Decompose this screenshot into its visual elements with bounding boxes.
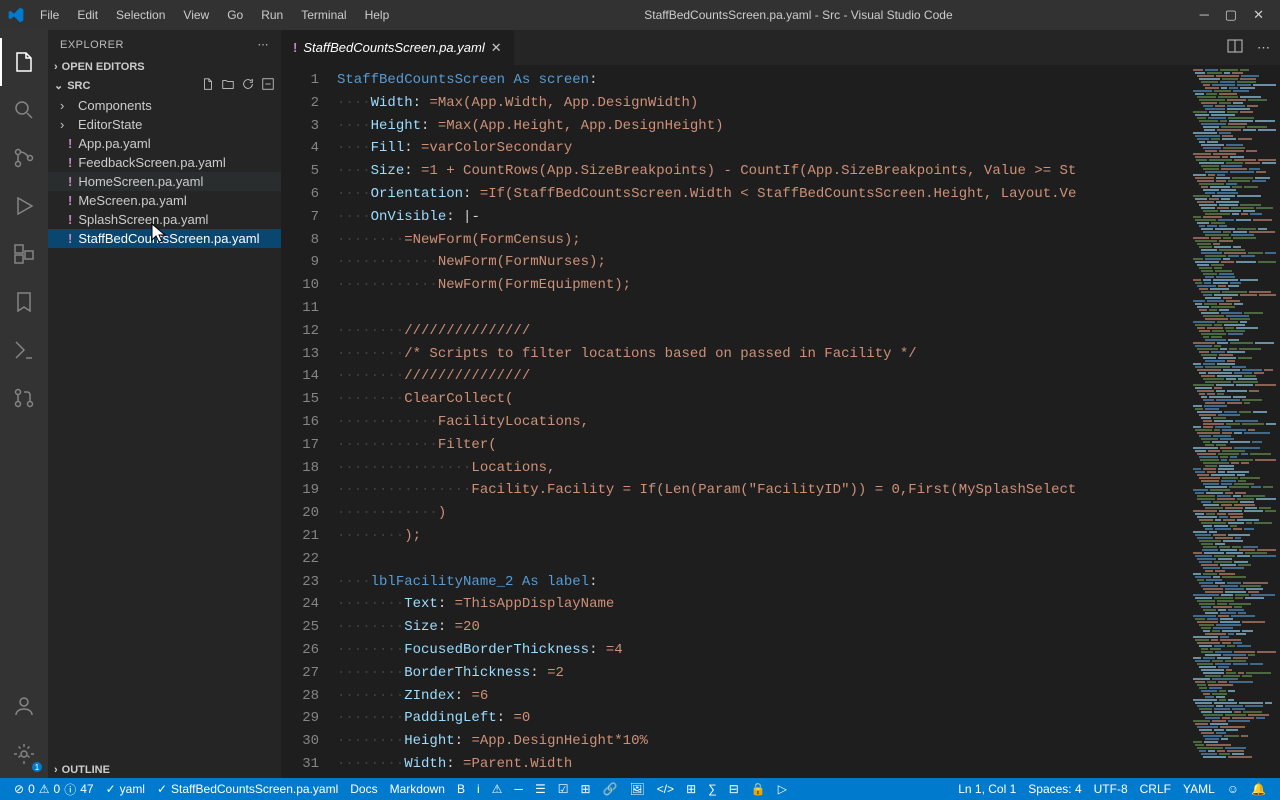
vscode-logo (8, 7, 24, 23)
menu-terminal[interactable]: Terminal (293, 4, 354, 26)
status-italic[interactable]: i (471, 782, 486, 796)
window-title: StaffBedCountsScreen.pa.yaml - Src - Vis… (397, 8, 1199, 22)
yaml-file-icon: ! (293, 40, 297, 55)
tree-folder[interactable]: ›Components (48, 96, 281, 115)
editor[interactable]: 1234567891011121314151617181920212223242… (281, 65, 1280, 778)
status-check-icon[interactable]: ☑ (552, 782, 575, 796)
menu-bar: File Edit Selection View Go Run Terminal… (32, 4, 397, 26)
status-formula-icon[interactable]: ∑ (702, 782, 723, 796)
maximize-icon[interactable]: ▢ (1225, 7, 1237, 23)
file-tree: ›Components›EditorState!App.pa.yaml!Feed… (48, 96, 281, 762)
activity-source-control-icon[interactable] (0, 134, 48, 182)
activity-bookmark-icon[interactable] (0, 278, 48, 326)
status-plus-icon[interactable]: ⊞ (574, 782, 596, 796)
status-problems[interactable]: ⊘0 ⚠0 ⓘ47 (8, 781, 100, 798)
title-bar: File Edit Selection View Go Run Terminal… (0, 0, 1280, 30)
section-outline[interactable]: ›OUTLINE (48, 762, 281, 778)
code[interactable]: StaffBedCountsScreen As screen:····Width… (337, 65, 1182, 778)
menu-help[interactable]: Help (357, 4, 398, 26)
status-markdown[interactable]: Markdown (384, 782, 451, 796)
activity-powershell-icon[interactable] (0, 326, 48, 374)
status-db-icon[interactable]: ⊟ (723, 782, 745, 796)
minimap[interactable] (1182, 65, 1280, 778)
editor-area: ! StaffBedCountsScreen.pa.yaml ✕ ⋯ 12345… (281, 30, 1280, 778)
activity-git-pr-icon[interactable] (0, 374, 48, 422)
tree-folder[interactable]: ›EditorState (48, 115, 281, 134)
sidebar-more-icon[interactable]: ⋯ (258, 38, 270, 51)
menu-view[interactable]: View (175, 4, 217, 26)
activity-search-icon[interactable] (0, 86, 48, 134)
status-warning-icon[interactable]: ⚠ (486, 782, 509, 796)
close-icon[interactable]: ✕ (1253, 7, 1264, 23)
tab-more-icon[interactable]: ⋯ (1257, 40, 1270, 56)
status-mode[interactable]: YAML (1177, 782, 1221, 796)
split-editor-icon[interactable] (1227, 38, 1243, 57)
tab-active[interactable]: ! StaffBedCountsScreen.pa.yaml ✕ (281, 30, 515, 65)
sidebar-title: EXPLORER ⋯ (48, 30, 281, 59)
status-table-icon[interactable]: ⊞ (680, 782, 702, 796)
status-spaces[interactable]: Spaces: 4 (1022, 782, 1087, 796)
tab-label: StaffBedCountsScreen.pa.yaml (303, 40, 484, 55)
menu-run[interactable]: Run (253, 4, 291, 26)
window-controls: ─ ▢ ✕ (1200, 7, 1272, 23)
menu-file[interactable]: File (32, 4, 67, 26)
new-file-icon[interactable] (201, 77, 215, 94)
activity-settings-icon[interactable]: 1 (0, 730, 48, 778)
tabs: ! StaffBedCountsScreen.pa.yaml ✕ ⋯ (281, 30, 1280, 65)
tree-file[interactable]: !FeedbackScreen.pa.yaml (48, 153, 281, 172)
tab-close-icon[interactable]: ✕ (491, 40, 502, 56)
gutter: 1234567891011121314151617181920212223242… (281, 65, 337, 778)
activity-bar: 1 (0, 30, 48, 778)
new-folder-icon[interactable] (221, 77, 235, 94)
section-root[interactable]: ⌄SRC (48, 75, 281, 96)
status-bar: ⊘0 ⚠0 ⓘ47 ✓ yaml ✓ StaffBedCountsScreen.… (0, 778, 1280, 800)
status-link-icon[interactable]: 🔗 (597, 782, 624, 796)
menu-edit[interactable]: Edit (69, 4, 106, 26)
status-yaml[interactable]: ✓ yaml (100, 782, 151, 796)
activity-extensions-icon[interactable] (0, 230, 48, 278)
status-docs[interactable]: Docs (344, 782, 383, 796)
status-bold[interactable]: B (451, 782, 471, 796)
status-encoding[interactable]: UTF-8 (1088, 782, 1134, 796)
tree-file[interactable]: !App.pa.yaml (48, 134, 281, 153)
status-bell-icon[interactable]: 🔔 (1245, 782, 1272, 796)
settings-badge: 1 (32, 762, 42, 772)
refresh-icon[interactable] (241, 77, 255, 94)
status-file[interactable]: ✓ StaffBedCountsScreen.pa.yaml (151, 782, 344, 796)
sidebar: EXPLORER ⋯ ›OPEN EDITORS ⌄SRC ›Component… (48, 30, 281, 778)
status-feedback-icon[interactable]: ☺ (1221, 782, 1245, 796)
status-eol[interactable]: CRLF (1134, 782, 1177, 796)
tree-file[interactable]: !SplashScreen.pa.yaml (48, 210, 281, 229)
minimize-icon[interactable]: ─ (1200, 7, 1209, 23)
tree-file[interactable]: !StaffBedCountsScreen.pa.yaml (48, 229, 281, 248)
collapse-icon[interactable] (261, 77, 275, 94)
section-open-editors[interactable]: ›OPEN EDITORS (48, 59, 281, 75)
status-lock-icon[interactable]: 🔒 (745, 782, 772, 796)
menu-selection[interactable]: Selection (108, 4, 173, 26)
menu-go[interactable]: Go (219, 4, 251, 26)
activity-explorer-icon[interactable] (0, 38, 48, 86)
activity-debug-icon[interactable] (0, 182, 48, 230)
status-code-icon[interactable]: </> (651, 782, 680, 796)
tree-file[interactable]: !MeScreen.pa.yaml (48, 191, 281, 210)
tree-file[interactable]: !HomeScreen.pa.yaml (48, 172, 281, 191)
status-play-icon[interactable]: ▷ (772, 782, 793, 796)
status-cursor[interactable]: Ln 1, Col 1 (952, 782, 1022, 796)
status-list-icon[interactable]: ☰ (529, 782, 552, 796)
status-sep-icon[interactable]: ─ (508, 782, 529, 796)
activity-account-icon[interactable] (0, 682, 48, 730)
status-image-icon[interactable]: 🖼 (623, 782, 650, 796)
